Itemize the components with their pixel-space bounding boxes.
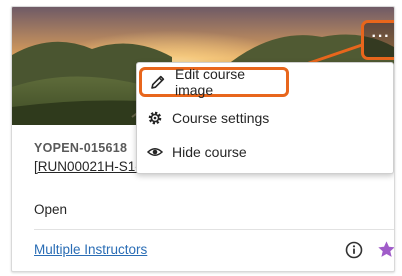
course-status: Open	[34, 202, 68, 217]
menu-item-label: Edit course image	[175, 66, 246, 98]
course-options-menu: Edit course image Course settings Hide c…	[136, 62, 394, 174]
info-icon[interactable]	[345, 241, 363, 259]
favorite-star-icon[interactable]	[377, 240, 395, 259]
eye-icon	[147, 144, 163, 160]
menu-item-label: Course settings	[172, 110, 270, 126]
menu-item-edit-course-image[interactable]: Edit course image	[139, 66, 289, 98]
course-id: YOPEN-015618	[34, 141, 128, 155]
instructors-link[interactable]: Multiple Instructors	[34, 242, 147, 257]
gear-icon	[147, 110, 163, 126]
card-divider	[34, 229, 394, 230]
menu-item-hide-course[interactable]: Hide course	[139, 137, 379, 167]
course-card[interactable]: ··· YOPEN-015618 [RUN00021H-S1-A] Introd…	[11, 6, 395, 272]
pencil-icon	[150, 74, 166, 90]
menu-item-course-settings[interactable]: Course settings	[139, 103, 379, 133]
more-options-button[interactable]: ···	[361, 20, 394, 60]
menu-item-label: Hide course	[172, 144, 247, 160]
more-options-icon: ···	[371, 28, 391, 45]
